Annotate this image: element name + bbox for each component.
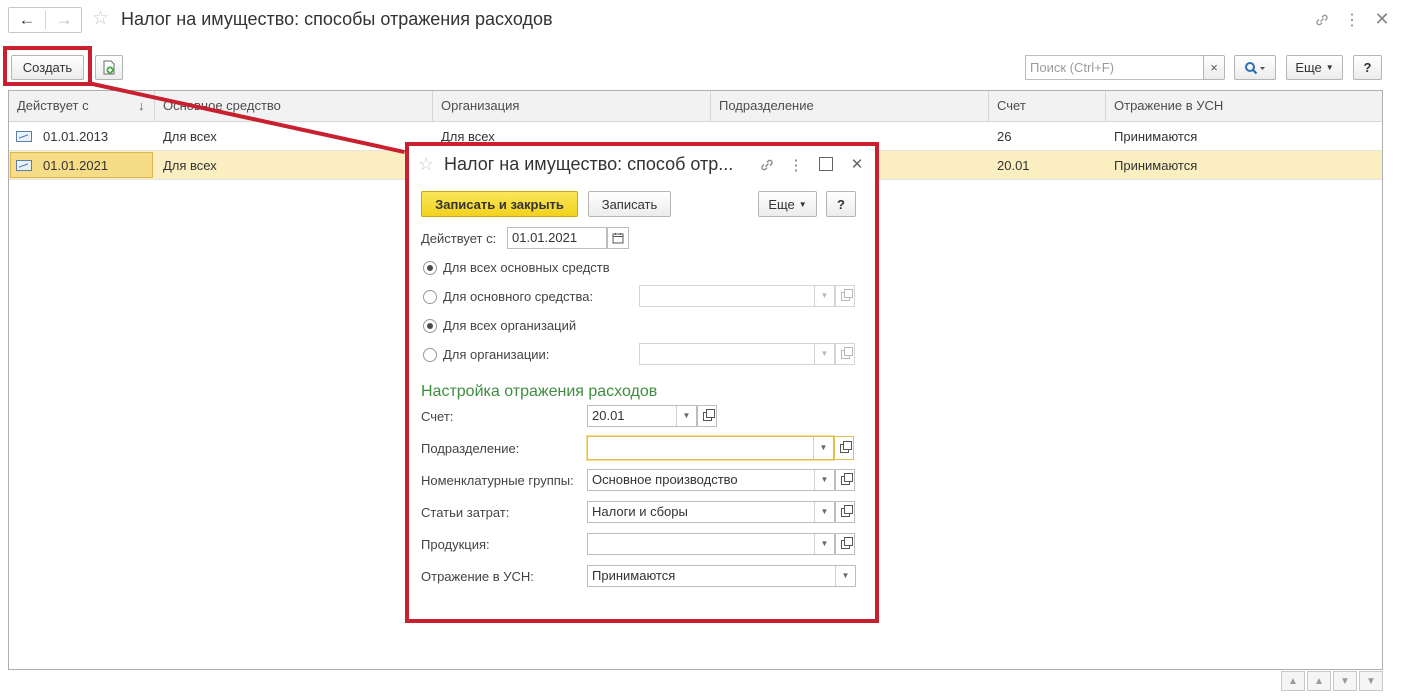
column-header-valid-from[interactable]: Действует с ↓ [9, 91, 155, 122]
cell-date: 01.01.2021 [43, 158, 109, 173]
add-copy-icon [103, 60, 115, 75]
cell-date: 01.01.2013 [43, 129, 109, 144]
cell-account: 20.01 [997, 158, 1030, 173]
highlight-dialog [405, 142, 879, 623]
table-header: Действует с ↓ Основное средство Организац… [9, 91, 1382, 122]
record-icon [16, 131, 32, 142]
search-input[interactable]: Поиск (Ctrl+F) [1025, 55, 1204, 80]
scroll-up-icon[interactable]: ▲ [1307, 671, 1331, 691]
more-actions-icon[interactable]: ⋮ [1344, 10, 1360, 30]
cell-usn: Принимаются [1114, 158, 1198, 173]
search-button[interactable] [1234, 55, 1276, 80]
scroll-bottom-icon[interactable]: ▼ [1359, 671, 1383, 691]
record-icon [16, 160, 32, 171]
list-scroll-buttons: ▲ ▲ ▼ ▼ [1279, 671, 1383, 691]
more-menu-button[interactable]: Еще ▼ [1286, 55, 1343, 80]
link-icon[interactable] [1312, 10, 1332, 30]
chevron-down-icon: ▼ [1325, 63, 1334, 72]
column-header-usn[interactable]: Отражение в УСН [1106, 91, 1382, 122]
scroll-top-icon[interactable]: ▲ [1281, 671, 1305, 691]
back-arrow-icon[interactable]: ← [9, 8, 45, 32]
column-header-division[interactable]: Подразделение [711, 91, 989, 122]
column-header-organization[interactable]: Организация [433, 91, 711, 122]
cell-asset: Для всех [163, 158, 217, 173]
column-header-label: Действует с [17, 98, 89, 113]
cell-usn: Принимаются [1114, 129, 1198, 144]
help-button[interactable]: ? [1353, 55, 1382, 80]
column-header-account[interactable]: Счет [989, 91, 1106, 122]
window-title: Налог на имущество: способы отражения ра… [121, 9, 553, 29]
search-clear-button[interactable]: × [1203, 55, 1225, 80]
close-icon[interactable]: ✕ [1372, 9, 1392, 29]
highlight-create-button [3, 46, 92, 86]
more-menu-label: Еще [1295, 60, 1322, 75]
forward-arrow-icon[interactable]: → [46, 8, 82, 32]
favorite-star-icon[interactable]: ☆ [92, 7, 109, 30]
search-icon [1245, 61, 1265, 74]
copy-button[interactable] [95, 55, 123, 80]
navigation-buttons: ← → [8, 7, 82, 33]
cell-account: 26 [997, 129, 1012, 144]
scroll-down-icon[interactable]: ▼ [1333, 671, 1357, 691]
